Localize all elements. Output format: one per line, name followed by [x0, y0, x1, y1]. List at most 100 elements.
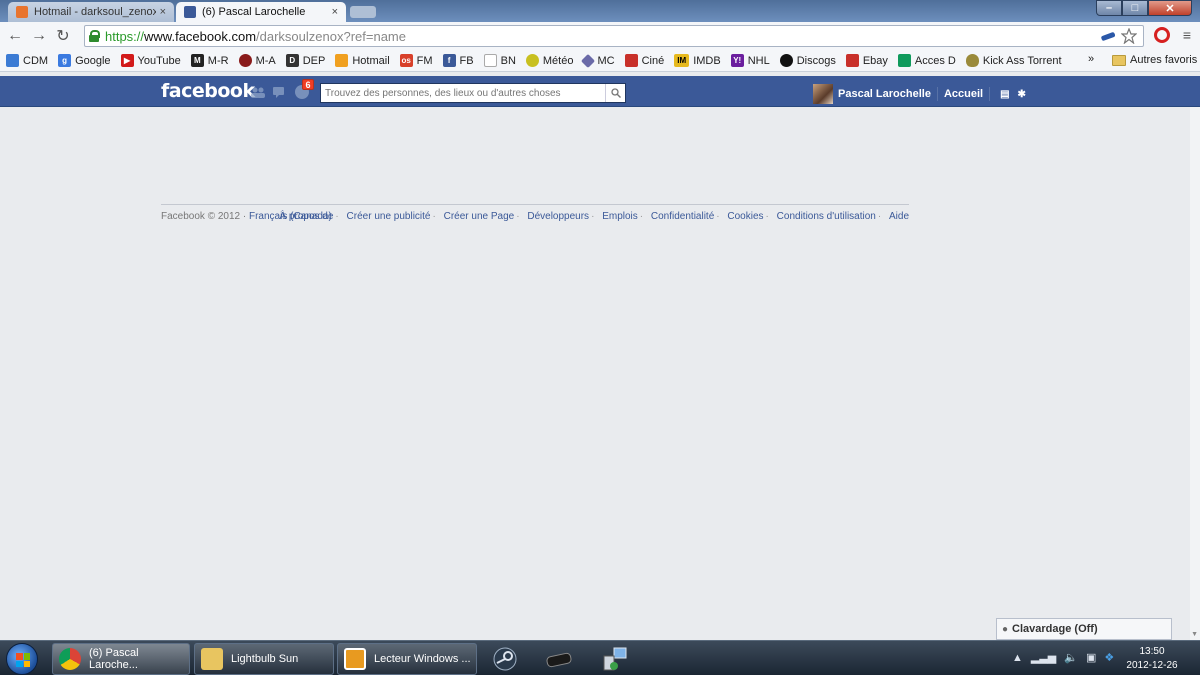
- bookmark-google[interactable]: g Google: [58, 54, 111, 67]
- task-label: (6) Pascal Laroche...: [89, 647, 139, 671]
- bookmark-bn[interactable]: BN: [483, 54, 516, 67]
- footer-copyright: Facebook © 2012 ·: [161, 211, 247, 222]
- back-arrow-icon[interactable]: ←: [3, 27, 27, 45]
- tab-label: (6) Pascal Larochelle: [202, 6, 306, 18]
- footer-link-about[interactable]: À propos de: [279, 211, 333, 222]
- footer-link-careers[interactable]: Emplois: [602, 211, 638, 222]
- bookmark-meteo[interactable]: Météo: [525, 54, 573, 67]
- steam-icon[interactable]: [488, 645, 522, 673]
- bookmark-discogs[interactable]: Discogs: [779, 54, 836, 67]
- bookmark-imdb[interactable]: IM IMDB: [674, 54, 721, 67]
- url-host: www.facebook.com: [144, 28, 257, 44]
- messages-icon[interactable]: [273, 87, 287, 98]
- reload-icon[interactable]: ↻: [51, 26, 75, 46]
- bookmark-kickass[interactable]: Kick Ass Torrent: [965, 54, 1062, 67]
- avatar[interactable]: [813, 84, 833, 104]
- tab-hotmail[interactable]: Hotmail - darksoul_zenox ×: [8, 2, 174, 22]
- new-tab-button[interactable]: [350, 6, 376, 18]
- browser-toolbar: ← → ↻ https:// www.facebook.com /darksou…: [0, 22, 1200, 50]
- bookmark-cdm[interactable]: CDM: [6, 54, 48, 67]
- bookmark-hotmail[interactable]: Hotmail: [335, 54, 390, 67]
- bookmark-acces-d[interactable]: Acces D: [897, 54, 956, 67]
- bookmark-fm[interactable]: os FM: [399, 54, 433, 67]
- footer-link-privacy[interactable]: Confidentialité: [651, 211, 714, 222]
- other-bookmarks-button[interactable]: Autres favoris: [1112, 54, 1197, 66]
- footer-link-create-ad[interactable]: Créer une publicité: [347, 211, 431, 222]
- clock-date: 2012-12-26: [1126, 660, 1178, 671]
- folder-icon: [1112, 54, 1126, 66]
- opera-icon[interactable]: [1154, 27, 1170, 43]
- bookmark-dep[interactable]: D DEP: [285, 54, 325, 67]
- tab-close-icon[interactable]: ×: [332, 6, 338, 18]
- discogs-icon: [779, 54, 793, 67]
- task-label: Lecteur Windows ...: [374, 653, 471, 665]
- address-bar[interactable]: https:// www.facebook.com /darksoulzenox…: [84, 25, 1144, 47]
- youtube-icon: ▶: [120, 54, 134, 67]
- show-hidden-icons-icon[interactable]: ▲: [1012, 652, 1023, 664]
- bookmark-m-a[interactable]: M-A: [238, 54, 276, 67]
- gear-icon[interactable]: ✱: [1018, 89, 1026, 100]
- extension-icon[interactable]: [1101, 31, 1115, 41]
- footer-link-cookies[interactable]: Cookies: [727, 211, 763, 222]
- tab-facebook[interactable]: (6) Pascal Larochelle ×: [176, 2, 346, 22]
- footer-link-developers[interactable]: Développeurs: [527, 211, 589, 222]
- taskbar-task-chrome[interactable]: (6) Pascal Laroche...: [52, 643, 190, 675]
- m-a-icon: [238, 54, 252, 67]
- page-footer: Facebook © 2012 · Français (Canada) À pr…: [161, 204, 909, 222]
- chrome-icon: [59, 648, 81, 670]
- forward-arrow-icon[interactable]: →: [27, 27, 51, 45]
- nav-divider: [989, 87, 991, 101]
- footer-link-create-page[interactable]: Créer une Page: [444, 211, 515, 222]
- search-icon[interactable]: [605, 84, 625, 102]
- system-clock[interactable]: 13:50 2012-12-26: [1124, 645, 1180, 673]
- bookmark-youtube[interactable]: ▶ YouTube: [120, 54, 181, 67]
- tab-label: Hotmail - darksoul_zenox: [34, 6, 156, 18]
- network-signal-icon[interactable]: ▂▃▅: [1031, 651, 1056, 664]
- game-controller-icon[interactable]: [542, 645, 576, 673]
- usb-device-icon[interactable]: ▣: [1086, 651, 1096, 664]
- chat-user-icon: ●: [1002, 623, 1009, 635]
- clock-time: 13:50: [1139, 646, 1165, 657]
- bookmark-mc[interactable]: MC: [581, 53, 615, 68]
- profile-link[interactable]: Pascal Larochelle: [838, 88, 931, 100]
- taskbar-task-media-player[interactable]: Lecteur Windows ...: [337, 643, 477, 675]
- hotmail-icon: [335, 54, 349, 67]
- bookmarks-overflow-button[interactable]: »: [1088, 53, 1094, 65]
- close-window-button[interactable]: ✕: [1148, 0, 1192, 16]
- bookmark-m-r[interactable]: M M-R: [190, 54, 229, 67]
- media-player-icon: [344, 648, 366, 670]
- acces-d-icon: [897, 54, 911, 67]
- bookmark-nhl[interactable]: Y! NHL: [730, 54, 770, 67]
- search-input[interactable]: [321, 84, 607, 102]
- remote-desktop-icon[interactable]: [598, 645, 632, 673]
- footer-link-terms[interactable]: Conditions d'utilisation: [777, 211, 876, 222]
- tab-close-icon[interactable]: ×: [160, 6, 166, 18]
- yahoo-icon: Y!: [730, 54, 744, 67]
- menu-icon[interactable]: ≡: [1180, 27, 1194, 43]
- volume-icon[interactable]: 🔈: [1064, 651, 1078, 664]
- taskbar-task-folder[interactable]: Lightbulb Sun: [194, 643, 334, 675]
- facebook-logo[interactable]: facebook: [161, 80, 255, 102]
- nav-divider: [936, 87, 938, 101]
- minimize-button[interactable]: –: [1096, 0, 1122, 16]
- user-nav: Pascal Larochelle Accueil ▤ ✱: [813, 84, 1030, 104]
- privacy-shortcuts-icon[interactable]: ▤: [1000, 89, 1009, 100]
- page-scrollbar[interactable]: ▼: [1190, 107, 1200, 640]
- footer-link-help[interactable]: Aide: [889, 211, 909, 222]
- bookmark-ebay[interactable]: Ebay: [845, 54, 888, 67]
- start-button[interactable]: [6, 643, 38, 675]
- chat-label: Clavardage (Off): [1012, 623, 1098, 635]
- star-icon[interactable]: [1121, 28, 1137, 44]
- friend-requests-icon[interactable]: [251, 87, 265, 98]
- windows-taskbar: (6) Pascal Laroche... Lightbulb Sun Lect…: [0, 640, 1200, 675]
- chat-sidebar-button[interactable]: ● Clavardage (Off): [996, 618, 1172, 640]
- home-link[interactable]: Accueil: [944, 88, 983, 100]
- bookmark-fb[interactable]: f FB: [442, 54, 474, 67]
- window-controls: – □ ✕: [1096, 0, 1192, 16]
- dropbox-icon[interactable]: ❖: [1104, 651, 1114, 664]
- maximize-button[interactable]: □: [1122, 0, 1148, 16]
- scroll-down-arrow-icon[interactable]: ▼: [1191, 631, 1198, 638]
- bookmark-cine[interactable]: Ciné: [624, 54, 664, 67]
- facebook-icon: [184, 6, 196, 18]
- dep-icon: D: [285, 54, 299, 67]
